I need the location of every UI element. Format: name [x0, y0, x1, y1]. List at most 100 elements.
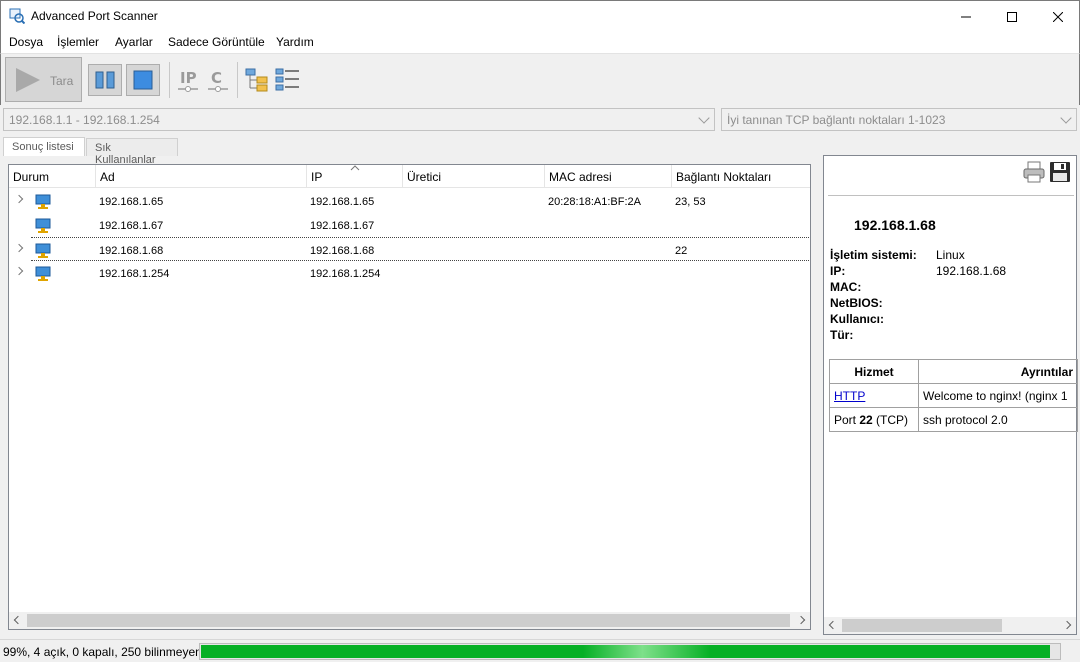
col-ports[interactable]: Bağlantı Noktaları [671, 165, 810, 188]
printer-icon[interactable] [1023, 161, 1045, 183]
toolbar-separator [169, 62, 170, 98]
chevron-down-icon[interactable] [1060, 112, 1072, 124]
details-horizontal-scrollbar[interactable] [824, 617, 1076, 634]
services-header-details: Ayrıntılar [918, 359, 1078, 384]
service-detail: ssh protocol 2.0 [918, 407, 1078, 432]
minimize-icon [961, 16, 971, 17]
progress-fill [201, 645, 1050, 658]
expand-icon[interactable] [14, 194, 24, 204]
computer-icon [35, 243, 51, 258]
table-row-selected[interactable]: 192.168.1.68 192.168.1.68 22 [14, 237, 809, 261]
divider [828, 195, 1074, 196]
os-label: İşletim sistemi: [830, 248, 917, 262]
scroll-right-icon[interactable] [796, 615, 806, 625]
cell-name: 192.168.1.68 [99, 245, 164, 257]
services-header-service: Hizmet [829, 359, 919, 384]
save-icon[interactable] [1049, 161, 1071, 183]
pause-icon [95, 71, 115, 89]
maximize-icon [1007, 11, 1017, 22]
menu-file[interactable]: Dosya [9, 35, 43, 49]
scroll-left-icon[interactable] [13, 615, 23, 625]
collapse-all-icon[interactable] [275, 68, 301, 92]
ip-label: IP: [830, 264, 846, 278]
computer-icon [35, 266, 51, 281]
service-port-prefix: Port [834, 412, 860, 427]
table-row[interactable]: 192.168.1.254 192.168.1.254 [9, 261, 810, 285]
horizontal-scrollbar[interactable] [9, 612, 810, 629]
col-status[interactable]: Durum [9, 165, 95, 188]
ip-value: 192.168.1.68 [936, 264, 1007, 278]
menu-settings[interactable]: Ayarlar [115, 35, 153, 49]
cell-ports: 22 [675, 245, 688, 257]
title-bar: Advanced Port Scanner [0, 0, 1080, 31]
table-row[interactable]: 192.168.1.67 192.168.1.67 [9, 213, 810, 237]
toolbar: Tara IP C [0, 53, 1080, 105]
app-icon [9, 8, 25, 24]
status-bar: 99%, 4 açık, 0 kapalı, 250 bilinmeyen [0, 639, 1080, 662]
chevron-down-icon[interactable] [698, 112, 710, 124]
progress-bar [199, 643, 1061, 660]
expand-all-icon[interactable] [245, 68, 269, 92]
close-button[interactable] [1035, 1, 1080, 32]
scan-button[interactable]: Tara [5, 57, 82, 102]
cell-ip: 192.168.1.67 [310, 220, 375, 232]
service-row: Port 22 (TCP) ssh protocol 2.0 [829, 407, 1078, 432]
scrollbar-thumb[interactable] [842, 619, 1002, 632]
expand-icon[interactable] [14, 266, 24, 276]
cell-ip: 192.168.1.254 [310, 268, 381, 280]
col-name[interactable]: Ad [95, 165, 306, 188]
netbios-label: NetBIOS: [830, 296, 883, 310]
ports-value: İyi tanınan TCP bağlantı noktaları 1-102… [727, 113, 946, 127]
computer-icon [35, 218, 51, 233]
tab-results[interactable]: Sonuç listesi [3, 137, 85, 156]
cell-ip: 192.168.1.68 [310, 245, 375, 257]
cell-name: 192.168.1.67 [99, 220, 164, 232]
pause-button[interactable] [88, 64, 122, 96]
scan-label: Tara [50, 74, 74, 88]
maximize-button[interactable] [989, 1, 1035, 32]
col-vendor[interactable]: Üretici [402, 165, 544, 188]
service-cell: HTTP [829, 383, 919, 408]
table-row[interactable]: 192.168.1.65 192.168.1.65 20:28:18:A1:BF… [9, 189, 810, 213]
table-header: Durum Ad IP Üretici MAC adresi Bağlantı … [9, 165, 810, 188]
os-value: Linux [936, 248, 965, 262]
menu-help[interactable]: Yardım [276, 35, 314, 49]
details-panel: 192.168.1.68 İşletim sistemi: Linux IP: … [823, 155, 1078, 635]
minimize-button[interactable] [943, 1, 989, 32]
close-icon [1053, 11, 1063, 22]
type-label: Tür: [830, 328, 854, 342]
cell-name: 192.168.1.254 [99, 268, 170, 280]
cell-mac: 20:28:18:A1:BF:2A [548, 196, 641, 208]
results-table: Durum Ad IP Üretici MAC adresi Bağlantı … [8, 164, 811, 630]
menu-operations[interactable]: İşlemler [57, 35, 99, 49]
service-row: HTTP Welcome to nginx! (nginx 1 [829, 383, 1078, 408]
service-detail: Welcome to nginx! (nginx 1 [918, 383, 1078, 408]
svg-text:C: C [211, 69, 222, 87]
ip-range-value: 192.168.1.1 - 192.168.1.254 [9, 113, 160, 127]
computer-icon [35, 194, 51, 209]
service-cell: Port 22 (TCP) [829, 407, 919, 432]
c-icon[interactable]: C [207, 66, 229, 94]
ip-range-input[interactable]: 192.168.1.1 - 192.168.1.254 [3, 108, 715, 131]
expand-icon[interactable] [14, 243, 24, 253]
selected-host: 192.168.1.68 [854, 217, 936, 233]
http-link[interactable]: HTTP [834, 389, 865, 403]
menu-bar: Dosya İşlemler Ayarlar Sadece Görüntüle … [0, 31, 1080, 53]
mac-label: MAC: [830, 280, 862, 294]
scroll-left-icon[interactable] [828, 620, 838, 630]
scroll-right-icon[interactable] [1062, 620, 1072, 630]
window-title: Advanced Port Scanner [31, 9, 158, 23]
cell-ports: 23, 53 [675, 196, 706, 208]
play-icon [16, 68, 40, 92]
ports-select[interactable]: İyi tanınan TCP bağlantı noktaları 1-102… [721, 108, 1077, 131]
ip-icon[interactable]: IP [177, 66, 199, 94]
menu-view[interactable]: Sadece Görüntüle [168, 35, 265, 49]
svg-text:IP: IP [180, 69, 197, 87]
tab-favorites[interactable]: Sık Kullanılanlar [86, 138, 178, 166]
status-text: 99%, 4 açık, 0 kapalı, 250 bilinmeyen [3, 645, 202, 659]
scrollbar-thumb[interactable] [27, 614, 790, 627]
cell-ip: 192.168.1.65 [310, 196, 375, 208]
col-mac[interactable]: MAC adresi [544, 165, 671, 188]
stop-button[interactable] [126, 64, 160, 96]
sort-up-icon [350, 165, 360, 171]
